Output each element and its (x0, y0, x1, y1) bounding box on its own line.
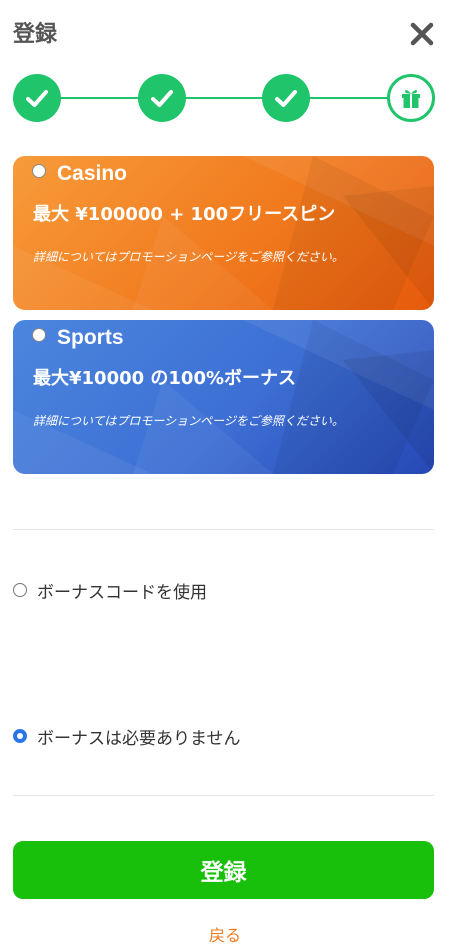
bonus-code-option[interactable]: ボーナスコードを使用 (13, 578, 207, 603)
casino-bonus-card[interactable]: Casino 最大 ¥100000 + 100フリースピン 詳細についてはプロモ… (13, 156, 434, 310)
progress-steps (13, 74, 435, 122)
no-bonus-label: ボーナスは必要ありません (37, 728, 241, 749)
back-link[interactable]: 戻る (0, 922, 450, 946)
step-1-check-icon (13, 74, 61, 122)
casino-bonus-name: Casino (57, 162, 128, 185)
page-title: 登録 (13, 22, 58, 47)
step-2-check-icon (138, 74, 186, 122)
close-icon[interactable] (408, 20, 436, 48)
casino-radio[interactable] (32, 164, 46, 178)
step-3-check-icon (262, 74, 310, 122)
sports-bonus-offer: 最大¥10000 の100%ボーナス (33, 368, 297, 389)
header: 登録 (0, 0, 450, 64)
divider (13, 795, 434, 796)
progress-line (37, 97, 411, 99)
bonus-code-radio[interactable] (13, 583, 27, 597)
bonus-code-label: ボーナスコードを使用 (37, 582, 207, 603)
no-bonus-radio[interactable] (13, 729, 27, 743)
step-4-gift-icon (387, 74, 435, 122)
sports-bonus-note: 詳細についてはプロモーションページをご参照ください。 (33, 414, 344, 428)
casino-bonus-note: 詳細についてはプロモーションページをご参照ください。 (33, 250, 344, 264)
casino-bonus-offer: 最大 ¥100000 + 100フリースピン (33, 204, 336, 225)
divider (13, 529, 434, 530)
register-button[interactable]: 登録 (13, 841, 434, 899)
sports-bonus-name: Sports (57, 326, 124, 349)
no-bonus-option[interactable]: ボーナスは必要ありません (13, 724, 241, 749)
sports-bonus-card[interactable]: Sports 最大¥10000 の100%ボーナス 詳細についてはプロモーション… (13, 320, 434, 474)
sports-radio[interactable] (32, 328, 46, 342)
